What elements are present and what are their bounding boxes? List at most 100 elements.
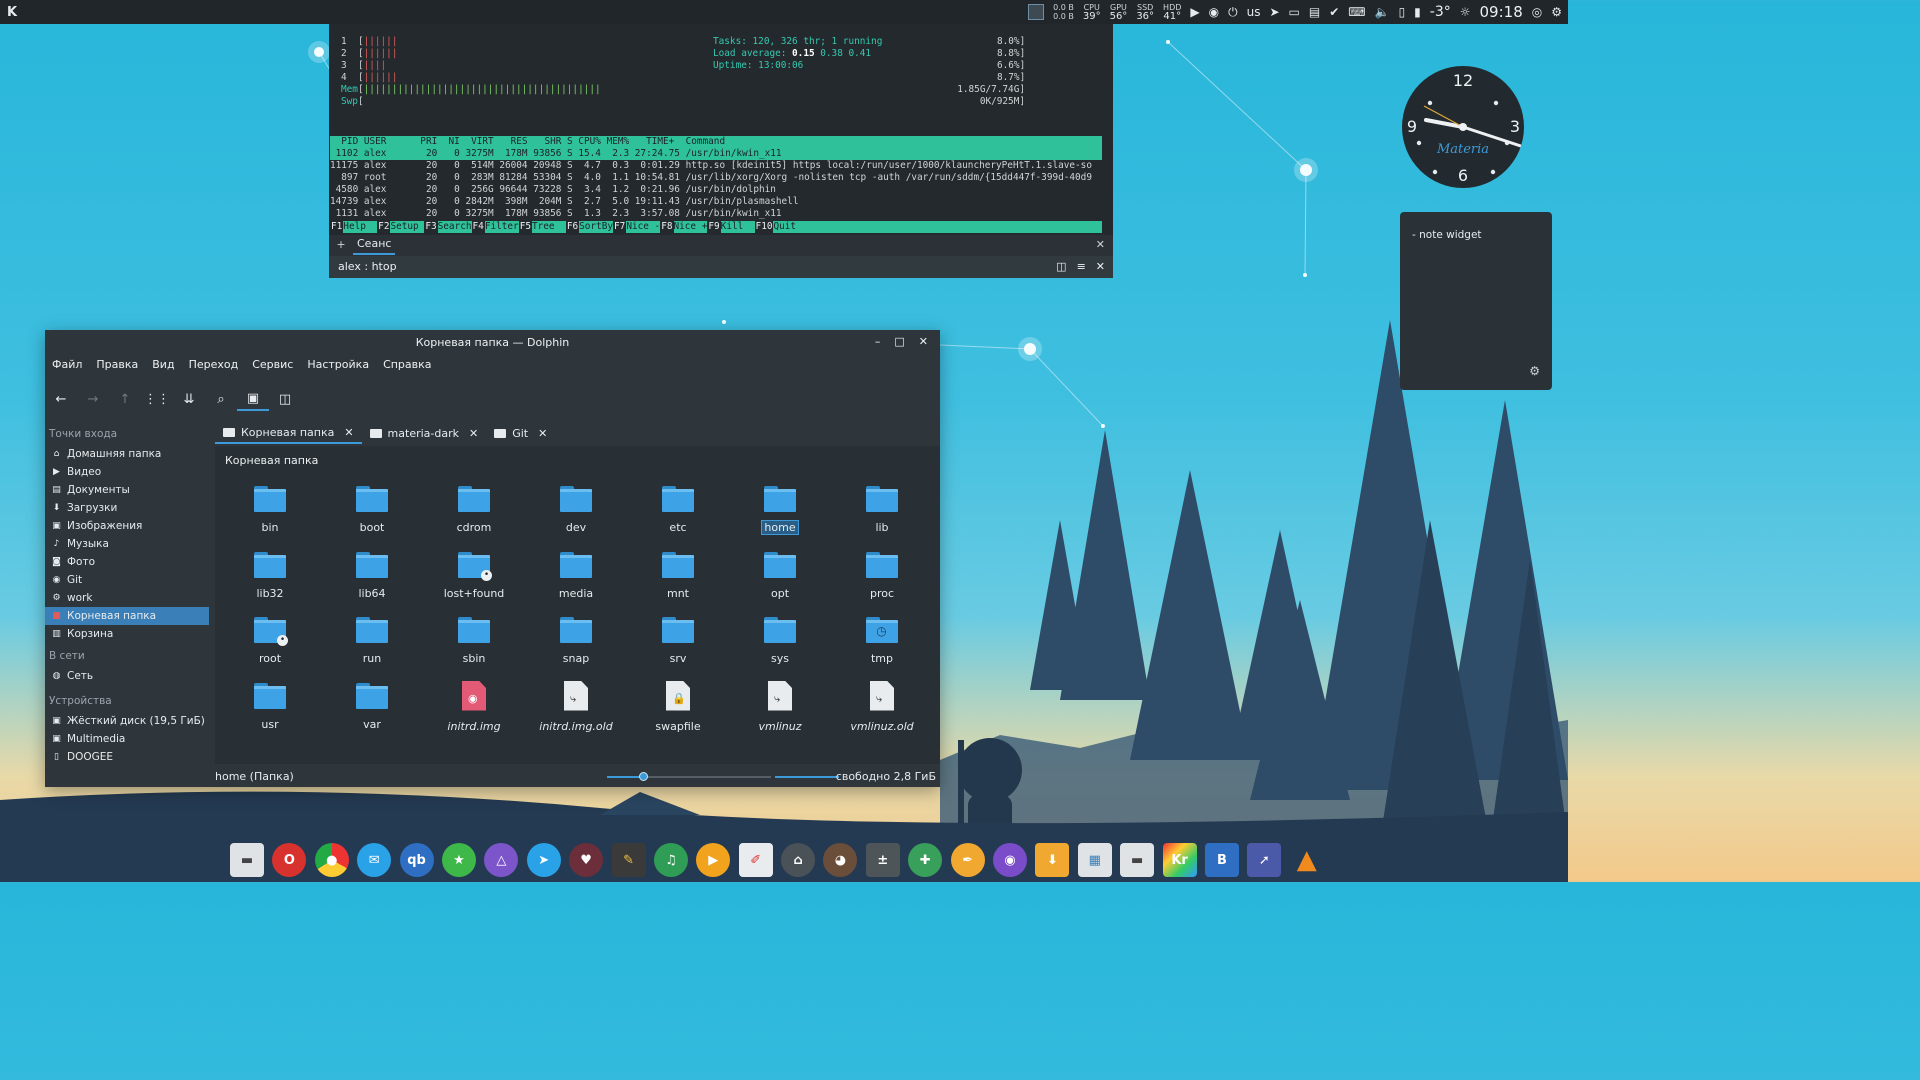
terminal-menu-icon[interactable]: ≡: [1077, 260, 1086, 273]
process-row[interactable]: 11175 alex 20 0 514M 26004 20948 S 4.7 0…: [330, 160, 1102, 172]
color-picker-icon[interactable]: ✒: [950, 843, 985, 877]
file-item[interactable]: opt: [729, 548, 831, 614]
search-icon[interactable]: ⌕: [205, 387, 237, 411]
fkey-f5[interactable]: F5: [518, 221, 532, 233]
place-network[interactable]: ◍ Сеть: [45, 667, 209, 685]
maximize-icon[interactable]: □: [894, 335, 904, 348]
forward-arrow-icon[interactable]: →: [77, 387, 109, 411]
breadcrumb[interactable]: Корневая папка: [225, 454, 318, 467]
video-player-icon[interactable]: ▶: [696, 843, 731, 877]
menu-help[interactable]: Справка: [376, 356, 438, 376]
file-item[interactable]: usr: [219, 679, 321, 745]
file-item[interactable]: bin: [219, 482, 321, 548]
split-view-icon[interactable]: ◫: [269, 387, 301, 411]
kdenlive-icon[interactable]: △: [484, 843, 519, 877]
close-icon[interactable]: ✕: [919, 335, 928, 348]
telegram-icon[interactable]: ➤: [526, 843, 561, 877]
minimize-icon[interactable]: –: [875, 335, 881, 348]
screenshot-icon[interactable]: ▦: [1077, 843, 1112, 877]
terminal-close-icon[interactable]: ✕: [1096, 260, 1105, 273]
fkey-f1-label[interactable]: Help: [343, 221, 377, 233]
file-item[interactable]: dev: [525, 482, 627, 548]
place-root[interactable]: ■ Корневая папка: [45, 607, 209, 625]
window-title-bar[interactable]: Корневая папка — Dolphin – □ ✕: [45, 330, 940, 354]
file-item[interactable]: proc: [831, 548, 933, 614]
back-arrow-icon[interactable]: ←: [45, 387, 77, 411]
file-item[interactable]: lib: [831, 482, 933, 548]
file-item[interactable]: lib64: [321, 548, 423, 614]
note-text[interactable]: - note widget: [1412, 229, 1482, 241]
zoom-slider-handle[interactable]: [639, 772, 649, 781]
gear-icon[interactable]: ⚙: [1529, 364, 1540, 378]
system-settings-icon[interactable]: ⌂: [781, 843, 816, 877]
keyboard-icon[interactable]: ⌨: [1348, 5, 1365, 19]
htop-output[interactable]: 1 [|||||| 8.0%] 2 [|||||| 8.8%] 3 [|||| …: [329, 36, 1113, 234]
fkey-f2-label[interactable]: Setup: [390, 221, 424, 233]
fkey-f1[interactable]: F1: [330, 221, 344, 233]
cursor-icon[interactable]: ➚: [1247, 843, 1282, 877]
menu-view[interactable]: Вид: [145, 356, 181, 376]
file-item[interactable]: sbin: [423, 613, 525, 679]
volume-icon[interactable]: 🔈: [1375, 5, 1390, 19]
qbittorrent-icon[interactable]: qb: [399, 843, 434, 877]
close-tab-icon[interactable]: ✕: [469, 427, 478, 440]
file-item[interactable]: home: [729, 482, 831, 548]
fkey-f10-label[interactable]: Quit: [773, 221, 796, 233]
fkey-f3-label[interactable]: Search: [438, 221, 472, 233]
health-heart-icon[interactable]: ♥: [569, 843, 604, 877]
music-player-icon[interactable]: ♫: [653, 843, 688, 877]
tools-wrench-icon[interactable]: ✚: [908, 843, 943, 877]
calculator-icon[interactable]: ±: [865, 843, 900, 877]
battery-icon[interactable]: ▯: [1399, 5, 1406, 19]
file-item[interactable]: cdrom: [423, 482, 525, 548]
process-row[interactable]: 897 root 20 0 283M 81284 53304 S 4.0 1.1…: [330, 172, 1102, 184]
fkey-f6[interactable]: F6: [565, 221, 580, 233]
terminal-split-icon[interactable]: ◫: [1056, 260, 1066, 273]
fkey-f2[interactable]: F2: [377, 221, 391, 233]
file-item[interactable]: ◷ tmp: [831, 613, 933, 679]
file-item[interactable]: ⤷ vmlinuz.old: [831, 679, 933, 745]
updates-icon[interactable]: ✔: [1329, 5, 1339, 19]
sort-icon[interactable]: ⇊: [173, 387, 205, 411]
device-hard-disk[interactable]: ▣ Жёсткий диск (19,5 ГиБ): [45, 712, 209, 730]
process-row[interactable]: 14739 alex 20 0 2842M 398M 204M S 2.7 5.…: [330, 196, 1102, 208]
file-item[interactable]: lib32: [219, 548, 321, 614]
process-row[interactable]: 4580 alex 20 0 256G 96644 73228 S 3.4 1.…: [330, 184, 1102, 196]
media-play-icon[interactable]: ▶: [1190, 5, 1199, 19]
place-video[interactable]: ▶ Видео: [45, 463, 209, 481]
github-icon[interactable]: ◉: [1209, 5, 1219, 19]
close-tab-icon[interactable]: ✕: [344, 426, 353, 439]
file-manager-icon[interactable]: ▬: [230, 843, 264, 877]
sun-icon[interactable]: ☼: [1460, 5, 1471, 19]
office-writer-icon[interactable]: B: [1204, 843, 1239, 877]
fkey-f4-label[interactable]: Filter: [485, 221, 519, 233]
analog-clock-widget[interactable]: 12 3 6 9 Materia: [1402, 66, 1524, 188]
place-images[interactable]: ▣ Изображения: [45, 517, 209, 535]
place-git[interactable]: ◉ Git: [45, 571, 209, 589]
power-icon[interactable]: ⏻: [1228, 5, 1238, 20]
file-item[interactable]: etc: [627, 482, 729, 548]
file-item[interactable]: • root: [219, 613, 321, 679]
fkey-f9-label[interactable]: Kill: [721, 221, 755, 233]
place-photo[interactable]: ◙ Фото: [45, 553, 209, 571]
fkey-f10[interactable]: F10: [754, 221, 774, 233]
keyboard-layout[interactable]: us: [1247, 5, 1261, 19]
fkey-f5-label[interactable]: Tree: [532, 221, 566, 233]
new-session-button[interactable]: +: [329, 239, 353, 251]
file-item[interactable]: • lost+found: [423, 548, 525, 614]
fkey-f7-label[interactable]: Nice -: [626, 221, 660, 233]
close-tab-icon[interactable]: ✕: [1096, 239, 1105, 251]
vlc-icon[interactable]: ▲: [1290, 843, 1324, 877]
github-desktop-icon[interactable]: ◉: [993, 843, 1028, 877]
krita-icon[interactable]: Kr: [1162, 843, 1197, 877]
file-item[interactable]: run: [321, 613, 423, 679]
weather-temperature[interactable]: -3°: [1430, 4, 1451, 20]
place-work[interactable]: ⚙ work: [45, 589, 209, 607]
process-row[interactable]: 1131 alex 20 0 3275M 178M 93856 S 1.3 2.…: [330, 208, 1102, 220]
menu-settings[interactable]: Настройка: [300, 356, 376, 376]
file-view[interactable]: Корневая папка bin boot cdrom dev etc home lib…: [215, 446, 940, 764]
file-item[interactable]: 🔒 swapfile: [627, 679, 729, 745]
file-item[interactable]: snap: [525, 613, 627, 679]
file-item[interactable]: srv: [627, 613, 729, 679]
tab-git[interactable]: Git ✕: [486, 422, 555, 444]
